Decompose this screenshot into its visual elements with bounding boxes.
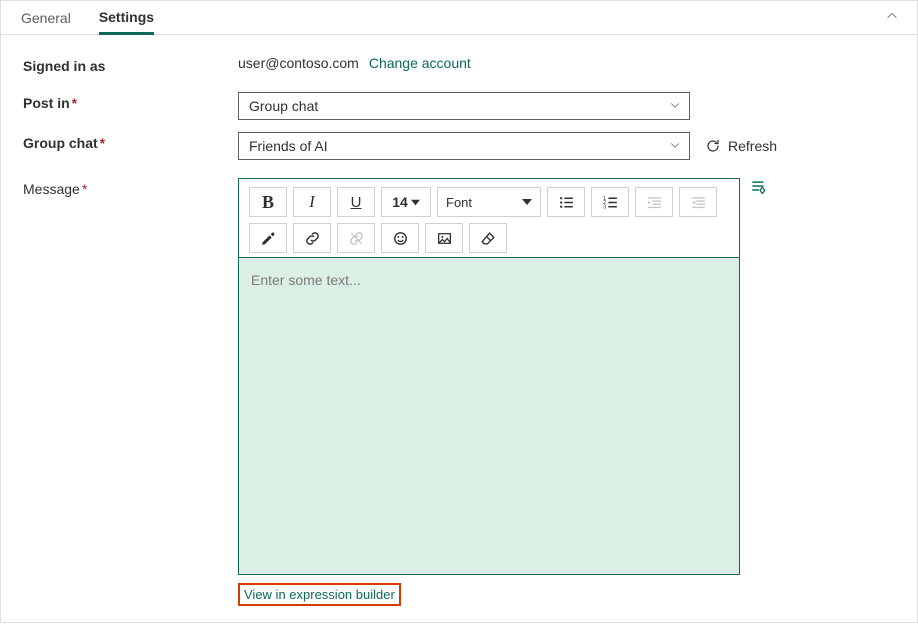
numbered-list-button[interactable]: 123	[591, 187, 629, 217]
signed-in-label: Signed in as	[23, 55, 238, 74]
editor-toolbar: B I U 14 Font	[239, 179, 739, 258]
dynamic-content-button[interactable]	[750, 178, 768, 199]
bulleted-list-button[interactable]	[547, 187, 585, 217]
post-in-value: Group chat	[249, 98, 318, 114]
image-button[interactable]	[425, 223, 463, 253]
eyedropper-button[interactable]	[249, 223, 287, 253]
outdent-button[interactable]	[635, 187, 673, 217]
change-account-link[interactable]: Change account	[369, 55, 471, 71]
required-asterisk: *	[72, 95, 77, 111]
post-in-select[interactable]: Group chat	[238, 92, 690, 120]
unlink-button[interactable]	[337, 223, 375, 253]
underline-button[interactable]: U	[337, 187, 375, 217]
group-chat-value: Friends of AI	[249, 138, 328, 154]
italic-button[interactable]: I	[293, 187, 331, 217]
bold-button[interactable]: B	[249, 187, 287, 217]
chevron-down-icon	[669, 138, 681, 154]
refresh-label: Refresh	[728, 138, 777, 154]
emoji-button[interactable]	[381, 223, 419, 253]
view-expression-builder-link[interactable]: View in expression builder	[238, 583, 401, 606]
tab-general[interactable]: General	[21, 3, 71, 33]
indent-button[interactable]	[679, 187, 717, 217]
collapse-caret-icon[interactable]	[885, 9, 899, 26]
refresh-button[interactable]: Refresh	[705, 138, 777, 154]
font-family-select[interactable]: Font	[437, 187, 541, 217]
required-asterisk: *	[100, 135, 105, 151]
rich-text-editor: B I U 14 Font	[238, 178, 740, 575]
group-chat-select[interactable]: Friends of AI	[238, 132, 690, 160]
refresh-icon	[705, 138, 721, 154]
message-label: Message*	[23, 178, 238, 197]
svg-text:3: 3	[603, 204, 606, 210]
required-asterisk: *	[82, 181, 87, 197]
post-in-label: Post in*	[23, 92, 238, 111]
eraser-button[interactable]	[469, 223, 507, 253]
link-button[interactable]	[293, 223, 331, 253]
chevron-down-icon	[669, 98, 681, 114]
signed-in-email: user@contoso.com	[238, 55, 359, 71]
editor-textarea[interactable]: Enter some text...	[239, 258, 739, 574]
group-chat-label: Group chat*	[23, 132, 238, 151]
tab-bar: General Settings	[1, 1, 917, 35]
font-size-select[interactable]: 14	[381, 187, 431, 217]
tab-settings[interactable]: Settings	[99, 2, 154, 35]
